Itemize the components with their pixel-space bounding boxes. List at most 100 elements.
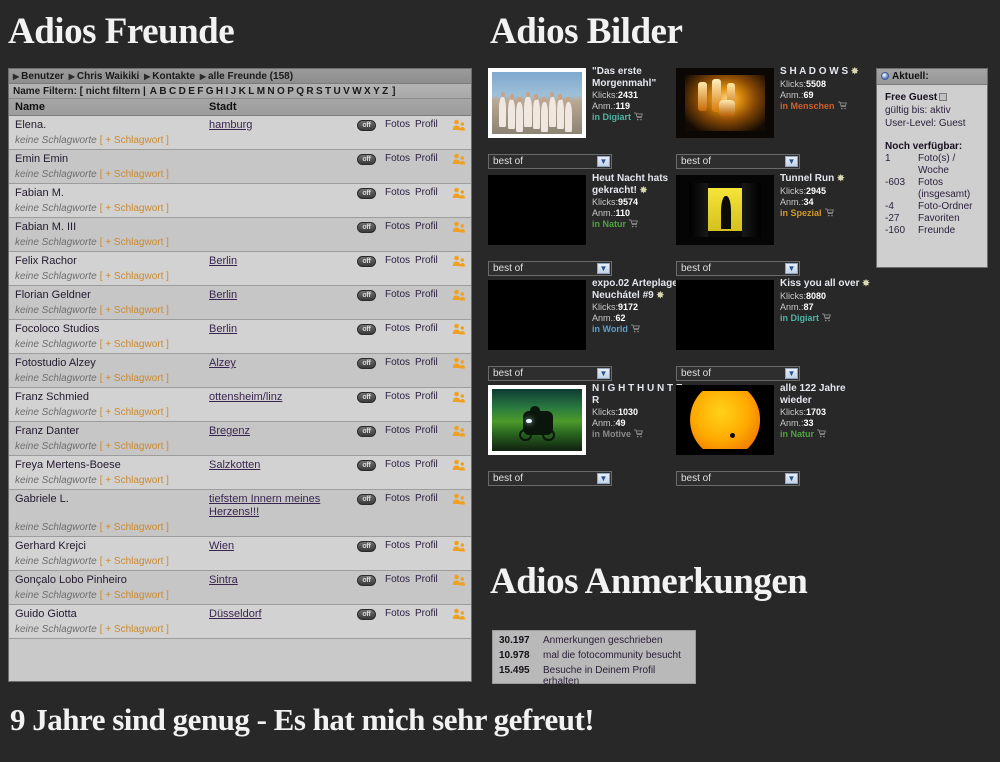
friend-name[interactable]: Fabian M.	[15, 187, 64, 199]
online-status-toggle[interactable]: off	[357, 541, 376, 552]
photo-category[interactable]: in Spezial	[780, 208, 872, 219]
photo-title[interactable]: S H A D O W S ✸	[780, 66, 872, 78]
friend-city-link[interactable]: Berlin	[209, 323, 237, 336]
filter-letter-X[interactable]: X	[364, 86, 371, 97]
filter-letter-Q[interactable]: Q	[296, 86, 304, 97]
photo-album-select[interactable]: best of ▼	[488, 261, 612, 276]
table-row[interactable]: Guido Giotta Düsseldorf off Fotos Profil kein…	[9, 605, 471, 639]
profil-link[interactable]: Profil	[415, 425, 438, 436]
friend-name[interactable]: Fotostudio Alzey	[15, 357, 96, 369]
friend-city-link[interactable]: Düsseldorf	[209, 608, 262, 621]
filter-letter-Y[interactable]: Y	[373, 86, 380, 97]
photo-category[interactable]: in Natur	[592, 219, 684, 230]
table-row[interactable]: Gonçalo Lobo Pinheiro Sintra off Fotos Profi…	[9, 571, 471, 605]
add-contact-icon[interactable]	[452, 357, 466, 370]
online-status-toggle[interactable]: off	[357, 120, 376, 131]
photo-album-select[interactable]: best of ▼	[676, 366, 800, 381]
friend-name[interactable]: Gabriele L.	[15, 493, 69, 505]
filter-letter-D[interactable]: D	[179, 86, 186, 97]
photo-category[interactable]: in Motive	[592, 429, 684, 440]
profil-link[interactable]: Profil	[415, 153, 438, 164]
add-contact-icon[interactable]	[452, 323, 466, 336]
friend-city-link[interactable]: Berlin	[209, 255, 237, 268]
profil-link[interactable]: Profil	[415, 391, 438, 402]
friend-city-link[interactable]: Bregenz	[209, 425, 250, 438]
cart-icon[interactable]	[822, 312, 831, 322]
fotos-link[interactable]: Fotos	[385, 608, 410, 619]
online-status-toggle[interactable]: off	[357, 460, 376, 471]
filter-letter-V[interactable]: V	[343, 86, 350, 97]
online-status-toggle[interactable]: off	[357, 609, 376, 620]
breadcrumb-item-1[interactable]: Chris Waikiki	[77, 71, 139, 82]
photo-thumbnail[interactable]	[488, 175, 586, 245]
chevron-down-icon[interactable]: ▼	[785, 263, 798, 274]
table-row[interactable]: Gabriele L. tiefstem Innern meines Herzen…	[9, 490, 471, 537]
add-tag-link[interactable]: [ + Schlagwort ]	[100, 556, 169, 567]
photo-album-select[interactable]: best of ▼	[488, 366, 612, 381]
fotos-link[interactable]: Fotos	[385, 574, 410, 585]
photo-album-select[interactable]: best of ▼	[488, 471, 612, 486]
fotos-link[interactable]: Fotos	[385, 119, 410, 130]
fotos-link[interactable]: Fotos	[385, 289, 410, 300]
filter-letter-O[interactable]: O	[277, 86, 285, 97]
filter-letter-F[interactable]: F	[197, 86, 203, 97]
add-tag-link[interactable]: [ + Schlagwort ]	[100, 271, 169, 282]
filter-label[interactable]: Name Filtern: [ nicht filtern |	[13, 86, 149, 97]
add-tag-link[interactable]: [ + Schlagwort ]	[100, 522, 169, 533]
table-row[interactable]: Franz Schmied ottensheim/linz off Fotos Prof…	[9, 388, 471, 422]
profil-link[interactable]: Profil	[415, 459, 438, 470]
fotos-link[interactable]: Fotos	[385, 221, 410, 232]
profil-link[interactable]: Profil	[415, 255, 438, 266]
photo-album-select[interactable]: best of ▼	[676, 154, 800, 169]
add-tag-link[interactable]: [ + Schlagwort ]	[100, 169, 169, 180]
filter-letter-B[interactable]: B	[159, 86, 166, 97]
photo-album-select[interactable]: best of ▼	[676, 261, 800, 276]
friend-name[interactable]: Fabian M. III	[15, 221, 76, 233]
chevron-down-icon[interactable]: ▼	[785, 368, 798, 379]
filter-letter-W[interactable]: W	[352, 86, 361, 97]
photo-thumbnail[interactable]	[488, 385, 586, 455]
add-contact-icon[interactable]	[452, 221, 466, 234]
table-row[interactable]: Focoloco Studios Berlin off Fotos Profil kein…	[9, 320, 471, 354]
friend-name[interactable]: Emin Emin	[15, 153, 68, 165]
online-status-toggle[interactable]: off	[357, 324, 376, 335]
photo-category[interactable]: in Menschen	[780, 101, 872, 112]
photo-thumbnail[interactable]	[676, 68, 774, 138]
profil-link[interactable]: Profil	[415, 289, 438, 300]
add-tag-link[interactable]: [ + Schlagwort ]	[100, 407, 169, 418]
photo-category[interactable]: in Digiart	[592, 112, 684, 123]
add-contact-icon[interactable]	[452, 119, 466, 132]
add-tag-link[interactable]: [ + Schlagwort ]	[100, 624, 169, 635]
friend-name[interactable]: Focoloco Studios	[15, 323, 99, 335]
add-tag-link[interactable]: [ + Schlagwort ]	[100, 305, 169, 316]
fotos-link[interactable]: Fotos	[385, 493, 410, 504]
fotos-link[interactable]: Fotos	[385, 187, 410, 198]
friend-city-link[interactable]: hamburg	[209, 119, 252, 132]
cart-icon[interactable]	[817, 429, 826, 438]
profil-link[interactable]: Profil	[415, 323, 438, 334]
online-status-toggle[interactable]: off	[357, 575, 376, 586]
table-row[interactable]: Fabian M. III off Fotos Profil keine Schlagw…	[9, 218, 471, 252]
table-row[interactable]: Felix Rachor Berlin off Fotos Profil keine Sc…	[9, 252, 471, 286]
cart-icon[interactable]	[630, 324, 640, 333]
filter-letter-H[interactable]: H	[216, 86, 223, 97]
photo-album-select[interactable]: best of ▼	[676, 471, 800, 486]
friend-city-link[interactable]: Berlin	[209, 289, 237, 302]
profil-link[interactable]: Profil	[415, 540, 438, 551]
friend-name[interactable]: Franz Danter	[15, 425, 79, 437]
table-row[interactable]: Freya Mertens-Boese Salzkotten off Fotos Pro…	[9, 456, 471, 490]
friend-city-link[interactable]: Wien	[209, 540, 234, 553]
fotos-link[interactable]: Fotos	[385, 323, 410, 334]
account-type-checkbox[interactable]	[939, 93, 948, 101]
photo-thumbnail[interactable]	[488, 280, 586, 350]
cart-icon[interactable]	[629, 219, 638, 228]
friend-city-link[interactable]: Sintra	[209, 574, 238, 587]
add-tag-link[interactable]: [ + Schlagwort ]	[100, 590, 169, 601]
photo-title[interactable]: "Das erste Morgenmahl"	[592, 66, 684, 89]
add-contact-icon[interactable]	[452, 574, 466, 587]
filter-letter-T[interactable]: T	[325, 86, 331, 97]
table-row[interactable]: Elena. hamburg off Fotos Profil keine Schlagw…	[9, 116, 471, 150]
cart-icon[interactable]	[634, 112, 643, 121]
filter-letter-I[interactable]: I	[226, 86, 229, 97]
chevron-down-icon[interactable]: ▼	[597, 156, 610, 167]
